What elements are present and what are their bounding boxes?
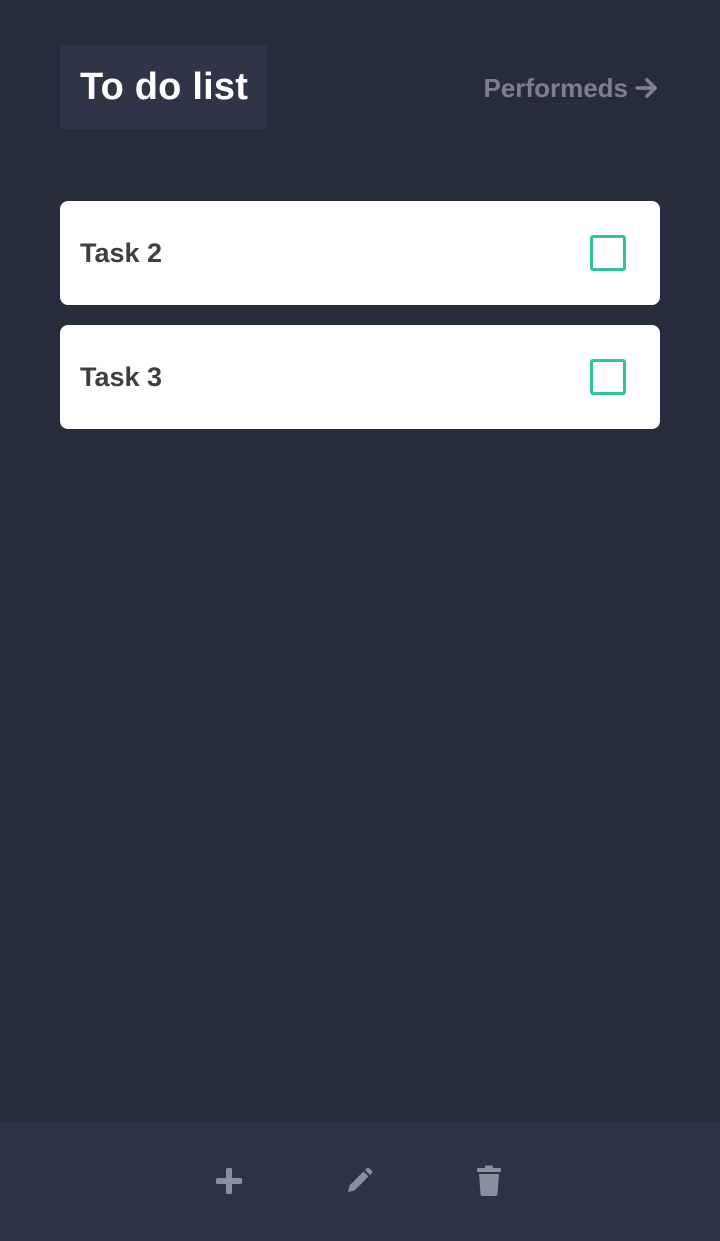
performeds-label: Performeds <box>483 72 629 103</box>
task-item[interactable]: Task 3 <box>60 325 660 429</box>
title-box: To do list <box>60 46 267 129</box>
plus-icon <box>216 1168 242 1194</box>
trash-icon <box>477 1165 501 1196</box>
pencil-icon <box>348 1167 373 1192</box>
delete-task-button[interactable] <box>469 1161 509 1201</box>
edit-task-button[interactable] <box>339 1161 379 1201</box>
task-checkbox[interactable] <box>590 359 626 395</box>
task-checkbox[interactable] <box>590 235 626 271</box>
task-label: Task 2 <box>80 237 163 268</box>
arrow-right-icon <box>635 78 657 98</box>
page-title: To do list <box>80 66 249 108</box>
task-label: Task 3 <box>80 361 163 392</box>
performeds-link[interactable]: Performeds <box>484 72 661 104</box>
app-screen: To do list Performeds Task 2 Task 3 <box>0 0 720 1241</box>
bottom-toolbar <box>0 1121 720 1241</box>
task-item[interactable]: Task 2 <box>60 201 660 305</box>
header: To do list Performeds <box>60 46 660 129</box>
task-list: Task 2 Task 3 <box>60 201 660 449</box>
add-task-button[interactable] <box>209 1161 249 1201</box>
